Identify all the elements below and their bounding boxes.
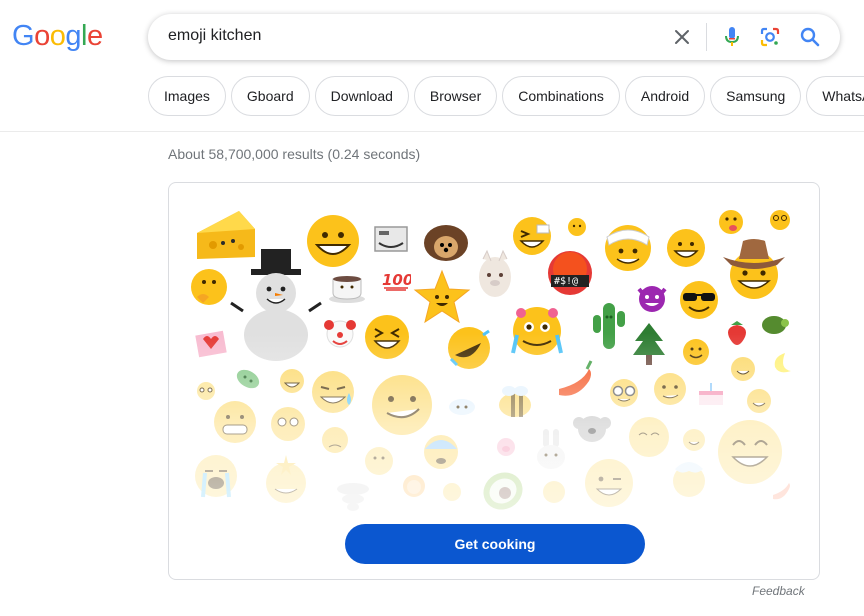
chip-browser[interactable]: Browser — [413, 76, 498, 116]
chip-android[interactable]: Android — [624, 76, 706, 116]
grin-emoji — [667, 229, 705, 267]
hundred-points-emoji: 100 — [382, 271, 411, 291]
chip-download[interactable]: Download — [314, 76, 409, 116]
small-face-emoji — [568, 218, 586, 236]
svg-text:100: 100 — [382, 271, 411, 289]
search-divider — [706, 23, 707, 51]
chip-gboard[interactable]: Gboard — [230, 76, 310, 116]
emoji-collage: 100 #$!@ — [169, 183, 819, 543]
chip-samsung[interactable]: Samsung — [710, 76, 802, 116]
chip-whatsapp[interactable]: WhatsApp — [806, 76, 864, 116]
search-box[interactable]: emoji kitchen — [148, 14, 840, 60]
chip-combinations[interactable]: Combinations — [502, 76, 620, 116]
llama-emoji — [479, 249, 511, 297]
newspaper-emoji — [374, 226, 408, 252]
get-cooking-button[interactable]: Get cooking — [345, 524, 645, 564]
lens-icon[interactable] — [758, 25, 782, 49]
bandage-emoji — [605, 225, 651, 271]
thinking-emoji — [191, 269, 227, 305]
result-stats: About 58,700,000 results (0.24 seconds) — [168, 146, 421, 162]
emoji-kitchen-card: 100 #$!@ Get cooking — [168, 182, 820, 580]
logo-letter: G — [12, 20, 35, 52]
chip-images[interactable]: Images — [148, 76, 226, 116]
google-logo[interactable]: Google — [12, 20, 103, 53]
microphone-icon[interactable] — [720, 25, 744, 49]
header-divider — [0, 131, 864, 132]
logo-letter: g — [65, 20, 81, 52]
search-filter-chips: Images Gboard Download Browser Combinations A… — [148, 76, 864, 116]
star-emoji — [413, 269, 471, 324]
tongue-emoji — [719, 210, 743, 234]
cowboy-emoji — [723, 239, 785, 299]
smiling-devil-emoji — [637, 286, 667, 312]
dizzy-face-emoji — [770, 210, 790, 230]
emoji-fade-overlay — [169, 333, 819, 543]
feedback-link[interactable]: Feedback — [752, 584, 805, 598]
cursing-face-emoji: #$!@ — [548, 251, 592, 295]
hedgehog-emoji — [424, 225, 468, 261]
logo-letter: e — [86, 20, 103, 52]
logo-letter: o — [34, 20, 50, 52]
close-icon[interactable] — [670, 25, 694, 49]
svg-text:#$!@: #$!@ — [554, 276, 578, 287]
search-icon[interactable] — [798, 25, 822, 49]
sunglasses-emoji — [680, 281, 718, 319]
coffee-emoji — [329, 276, 365, 303]
search-input[interactable]: emoji kitchen — [168, 27, 261, 45]
logo-letter: o — [49, 20, 66, 52]
